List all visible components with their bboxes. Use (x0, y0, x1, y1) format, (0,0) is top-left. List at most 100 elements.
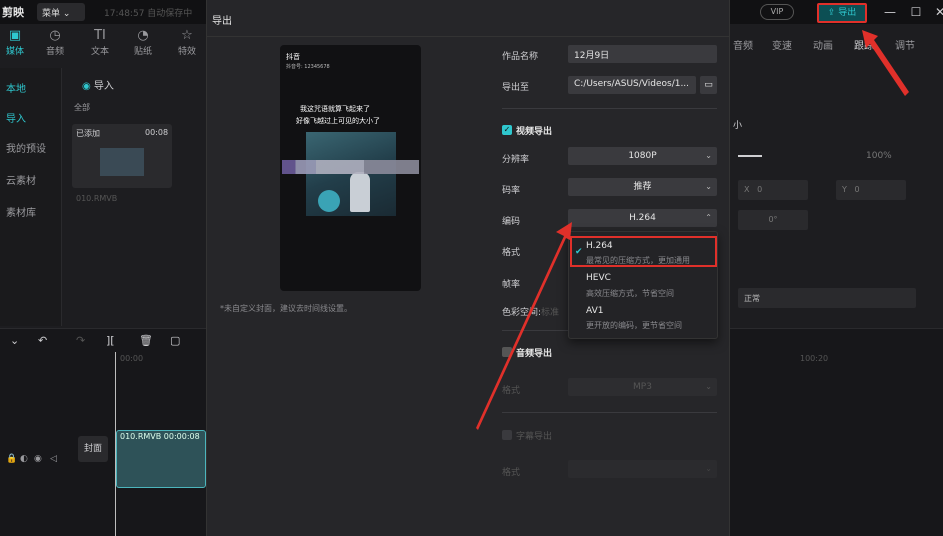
codec-option-hevc-desc: 高效压缩方式，节省空间 (586, 289, 674, 298)
name-label: 作品名称 (502, 52, 539, 62)
preview-caption-1: 我这咒语就算飞起来了 (300, 105, 370, 113)
chevron-down-icon: ⌄ (705, 151, 712, 160)
chevron-up-icon: ⌃ (705, 213, 712, 222)
bitrate-label: 码率 (502, 186, 521, 196)
timecode-mid: 100:20 (800, 354, 829, 363)
audio-format-label: 格式 (502, 386, 521, 396)
subtitle-format-label: 格式 (502, 468, 521, 478)
nav-library[interactable]: 素材库 (6, 204, 36, 219)
vip-badge[interactable]: VIP (760, 4, 794, 20)
media-thumbnail (100, 148, 144, 176)
size-label: 小 (733, 121, 743, 131)
blend-mode-select[interactable]: 正常 (738, 288, 916, 308)
maximize-button[interactable]: ☐ (908, 4, 924, 20)
folder-icon: ▭ (704, 80, 713, 90)
codec-option-av1[interactable]: AV1 (586, 306, 603, 316)
divider (502, 412, 717, 413)
cover-note: *未自定义封面，建议去时间线设置。 (220, 304, 352, 313)
tab-speed[interactable]: 变速 (772, 37, 792, 52)
codec-option-av1-desc: 更开放的编码，更节省空间 (586, 321, 682, 330)
app-logo: 剪映 (2, 6, 24, 19)
colorspace-label: 色彩空间:标准 (502, 308, 560, 318)
tab-tracking[interactable]: 跟踪 (854, 37, 874, 52)
tool-media[interactable]: ▣ 媒体 (0, 28, 30, 57)
divider (206, 36, 730, 37)
preview-pixelated-bar (282, 160, 419, 174)
dialog-title: 导出 (212, 16, 232, 27)
tab-animation[interactable]: 动画 (813, 37, 833, 52)
path-label: 导出至 (502, 83, 530, 93)
scale-slider[interactable] (738, 155, 762, 157)
import-link[interactable]: ◉ 导入 (82, 77, 114, 92)
subtitle-export-title: 字幕导出 (516, 432, 553, 442)
undo-icon[interactable]: ↶ (38, 334, 47, 347)
position-x[interactable]: X 0 (738, 180, 808, 200)
crop-icon[interactable]: ▢ (170, 334, 180, 347)
position-y[interactable]: Y 0 (836, 180, 906, 200)
delete-icon[interactable]: 🗑 (139, 334, 153, 347)
codec-option-hevc[interactable]: HEVC (586, 273, 611, 283)
video-export-checkbox[interactable]: ✓ (502, 125, 512, 135)
fps-label: 帧率 (502, 280, 521, 290)
resolution-select[interactable]: 1080P ⌄ (568, 147, 717, 165)
timecode-start: 00:00 (120, 354, 144, 363)
timeline-toolbar: ⌄ ↶ ↷ ][ 🗑 ▢ (0, 330, 206, 350)
tool-sticker[interactable]: ◔ 贴纸 (128, 28, 158, 57)
tool-text[interactable]: TI 文本 (85, 28, 115, 57)
close-button[interactable]: ✕ (932, 4, 943, 20)
minimize-button[interactable]: — (882, 4, 898, 20)
export-button[interactable]: ⇪ 导出 (817, 3, 867, 23)
name-input[interactable]: 12月9日 (568, 45, 717, 63)
preview-caption-2: 好像飞越过上可见的大小了 (296, 117, 380, 125)
video-export-title: 视频导出 (516, 127, 553, 137)
format-label: 格式 (502, 248, 521, 258)
resolution-label: 分辨率 (502, 155, 530, 165)
nav-local[interactable]: 本地 (6, 80, 26, 95)
subtitle-export-checkbox[interactable] (502, 430, 512, 440)
tool-effects[interactable]: ☆ 特效 (172, 28, 202, 57)
preview-logo: 抖音 (286, 53, 300, 61)
bitrate-select[interactable]: 推荐 ⌄ (568, 178, 717, 196)
codec-label: 编码 (502, 217, 521, 227)
properties-panel (730, 24, 943, 328)
subtitle-format-select[interactable]: ⌄ (568, 460, 717, 478)
chevron-down-icon: ⌄ (705, 182, 712, 191)
menu-button[interactable]: 菜单 ⌄ (37, 3, 85, 21)
path-input[interactable]: C:/Users/ASUS/Videos/1... (568, 76, 696, 94)
timeline-menu-icon[interactable]: ⌄ (10, 334, 19, 347)
filter-all[interactable]: 全部 (74, 102, 90, 113)
redo-icon[interactable]: ↷ (76, 334, 85, 347)
divider (502, 108, 717, 109)
split-icon[interactable]: ][ (106, 334, 115, 347)
media-added-badge: 已添加 (76, 129, 100, 138)
nav-presets[interactable]: 我的预设 (6, 140, 46, 155)
nav-cloud[interactable]: 云素材 (6, 172, 36, 187)
preview-figure (350, 172, 370, 212)
codec-select[interactable]: H.264 ⌃ (568, 209, 717, 227)
visibility-icon[interactable]: ◉ (34, 454, 42, 464)
tab-adjust[interactable]: 调节 (895, 37, 915, 52)
sticker-icon: ◔ (137, 28, 149, 43)
media-duration: 00:08 (145, 128, 169, 137)
nav-import[interactable]: 导入 (6, 110, 26, 125)
chevron-down-icon: ⌄ (705, 382, 712, 391)
audio-format-select[interactable]: MP3 ⌄ (568, 378, 717, 396)
tab-audio[interactable]: 音频 (733, 37, 753, 52)
rotation-field[interactable]: 0° (738, 210, 808, 230)
cover-button[interactable]: 封面 (78, 436, 108, 462)
media-icon: ▣ (8, 28, 22, 43)
audio-export-checkbox[interactable] (502, 347, 512, 357)
audio-export-title: 音频导出 (516, 349, 553, 359)
preview-orb (318, 190, 340, 212)
mute-icon[interactable]: ◁ (50, 454, 57, 464)
lock-icon[interactable]: 🔒 (6, 454, 17, 464)
audio-icon: ◷ (49, 28, 61, 43)
media-name: 010.RMVB (76, 194, 118, 203)
media-nav (0, 68, 62, 326)
tool-audio[interactable]: ◷ 音频 (40, 28, 70, 57)
hide-icon[interactable]: ◐ (20, 454, 28, 464)
codec-option-h264[interactable]: H.264 (586, 241, 613, 251)
folder-button[interactable]: ▭ (700, 76, 717, 94)
preview-account: 抖音号: 12345678 (286, 64, 330, 70)
scale-value[interactable]: 100% (866, 151, 892, 161)
